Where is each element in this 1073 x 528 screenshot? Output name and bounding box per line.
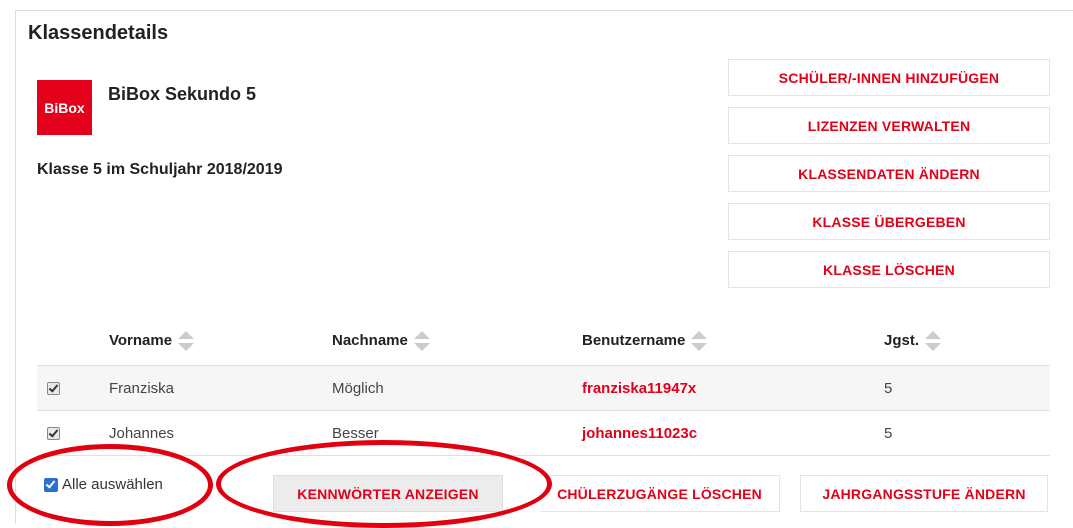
cell-benutzername: johannes11023c: [581, 410, 883, 456]
table-row: Franziska Möglich franziska11947x 5: [37, 365, 1050, 411]
row-checkbox-cell: [37, 365, 108, 411]
column-label: Jgst.: [884, 331, 920, 349]
cell-vorname: Franziska: [108, 365, 331, 411]
product-name: BiBox Sekundo 5: [108, 84, 257, 104]
cell-vorname: Johannes: [108, 410, 331, 456]
cell-nachname: Besser: [331, 410, 581, 456]
row-checkbox-cell: [37, 410, 108, 456]
checkbox-column-header: [37, 317, 108, 366]
column-header-nachname[interactable]: Nachname: [331, 317, 581, 366]
select-all-label: Alle auswählen: [62, 476, 163, 493]
bibox-logo: BiBox: [37, 80, 92, 135]
change-grade-button[interactable]: JAHRGANGSSTUFE ÄNDERN: [800, 475, 1048, 512]
select-all[interactable]: Alle auswählen: [44, 476, 163, 493]
manage-licenses-button[interactable]: LIZENZEN VERWALTEN: [728, 107, 1050, 144]
page-title: Klassendetails: [28, 22, 169, 44]
column-header-vorname[interactable]: Vorname: [108, 317, 331, 366]
column-header-jgst[interactable]: Jgst.: [883, 317, 1050, 366]
cell-jgst: 5: [883, 365, 1050, 411]
row-checkbox[interactable]: [47, 427, 60, 441]
transfer-class-button[interactable]: KLASSE ÜBERGEBEN: [728, 203, 1050, 240]
cell-benutzername: franziska11947x: [581, 365, 883, 411]
edit-class-data-button[interactable]: KLASSENDATEN ÄNDERN: [728, 155, 1050, 192]
logo-text: BiBox: [44, 99, 85, 116]
cell-jgst: 5: [883, 410, 1050, 456]
table-header-row: Vorname Nachname Benutzername Jgst.: [37, 317, 1050, 366]
select-all-checkbox[interactable]: [44, 477, 58, 492]
sort-icon[interactable]: [691, 331, 708, 351]
class-info: Klasse 5 im Schuljahr 2018/2019: [37, 161, 283, 178]
row-checkbox[interactable]: [47, 382, 60, 396]
delete-student-access-button[interactable]: CHÜLERZUGÄNGE LÖSCHEN: [540, 475, 780, 512]
add-students-button[interactable]: SCHÜLER/-INNEN HINZUFÜGEN: [728, 59, 1050, 96]
column-label: Benutzername: [582, 331, 686, 349]
show-passwords-button[interactable]: KENNWÖRTER ANZEIGEN: [273, 475, 503, 512]
table-row: Johannes Besser johannes11023c 5: [37, 410, 1050, 456]
cell-nachname: Möglich: [331, 365, 581, 411]
delete-class-button[interactable]: KLASSE LÖSCHEN: [728, 251, 1050, 288]
column-header-benutzername[interactable]: Benutzername: [581, 317, 883, 366]
sort-icon[interactable]: [925, 331, 942, 351]
column-label: Vorname: [109, 331, 173, 349]
column-label: Nachname: [332, 331, 408, 349]
sort-icon[interactable]: [413, 331, 430, 351]
action-buttons: SCHÜLER/-INNEN HINZUFÜGEN LIZENZEN VERWA…: [728, 59, 1050, 299]
students-table: Vorname Nachname Benutzername Jgst. Fran…: [37, 317, 1050, 456]
sort-icon[interactable]: [178, 331, 195, 351]
